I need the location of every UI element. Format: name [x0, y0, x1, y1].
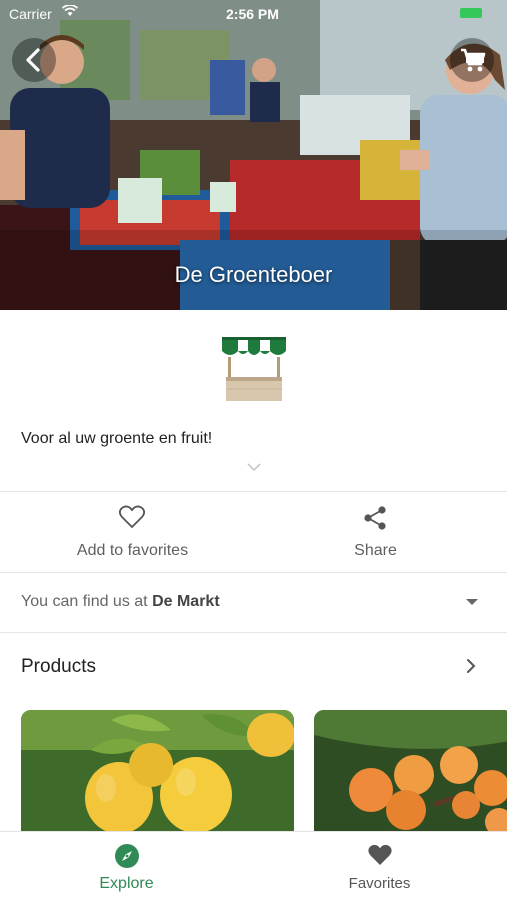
- products-title: Products: [21, 656, 96, 677]
- shop-title: De Groenteboer: [174, 262, 333, 287]
- share-button[interactable]: Share: [249, 492, 502, 572]
- product-card-lemons[interactable]: [21, 710, 294, 840]
- back-button[interactable]: [12, 38, 56, 82]
- share-label: Share: [354, 542, 397, 559]
- add-to-favorites-button[interactable]: Add to favorites: [6, 492, 259, 572]
- product-card-apricots[interactable]: [314, 710, 507, 840]
- hero-banner: Carrier 2:56 PM De Groenteboer: [0, 0, 507, 310]
- carrier-label: Carrier: [9, 6, 52, 22]
- tab-explore[interactable]: Explore: [0, 832, 253, 901]
- caret-down-icon: [466, 599, 478, 605]
- chevron-right-icon: [467, 659, 476, 673]
- tab-explore-label: Explore: [99, 875, 154, 892]
- tab-favorites-label: Favorites: [348, 875, 411, 892]
- market-stall-icon: [222, 337, 286, 401]
- share-icon: [364, 506, 386, 530]
- heart-outline-icon: [118, 505, 146, 528]
- wifi-icon: [62, 5, 78, 16]
- battery-icon: [460, 8, 482, 18]
- cart-icon: [461, 48, 486, 72]
- tab-favorites[interactable]: Favorites: [253, 832, 506, 901]
- heart-icon: [368, 844, 392, 865]
- compass-icon: [115, 844, 139, 868]
- status-bar: Carrier 2:56 PM: [0, 0, 507, 26]
- add-to-favorites-label: Add to favorites: [76, 542, 189, 559]
- location-prefix: You can find us at: [21, 593, 148, 610]
- location-dropdown[interactable]: You can find us at De Markt: [0, 573, 507, 632]
- cart-button[interactable]: [450, 38, 494, 82]
- tab-bar: Explore Favorites: [0, 831, 507, 901]
- shop-description: Voor al uw groente en fruit!: [21, 430, 213, 447]
- location-text: You can find us at De Markt: [21, 593, 220, 611]
- status-time: 2:56 PM: [226, 6, 279, 22]
- chevron-left-icon: [26, 48, 40, 72]
- chevron-down-icon[interactable]: [245, 461, 263, 473]
- market-name: De Markt: [152, 593, 220, 610]
- products-row[interactable]: Products: [0, 633, 507, 699]
- lemons-photo: [21, 710, 294, 840]
- apricots-photo: [314, 710, 507, 840]
